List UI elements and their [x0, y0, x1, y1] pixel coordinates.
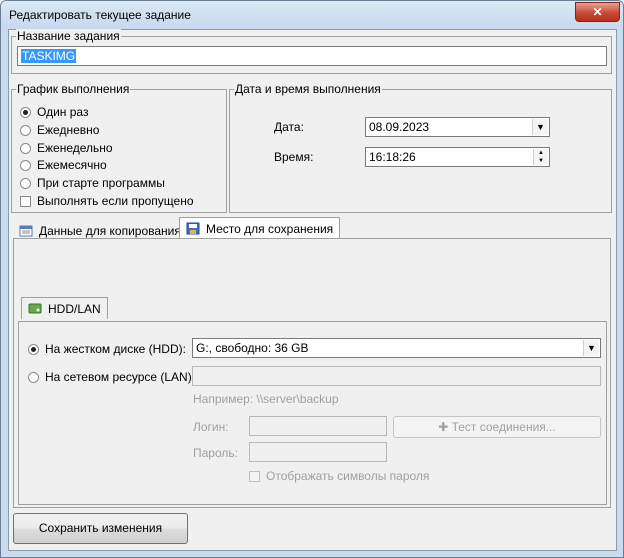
schedule-once-radio[interactable]: Один раз — [20, 104, 88, 120]
datetime-legend: Дата и время выполнения — [234, 82, 382, 96]
tab-save-location[interactable]: Место для сохранения — [179, 217, 341, 240]
task-name-legend: Название задания — [16, 29, 121, 43]
task-name-value: TASKIMG — [21, 49, 77, 63]
radio-dot — [20, 143, 31, 154]
save-changes-button[interactable]: Сохранить изменения — [13, 513, 188, 544]
window-title: Редактировать текущее задание — [9, 8, 191, 22]
schedule-legend: График выполнения — [16, 82, 131, 96]
hdd-drive-select[interactable]: G:, свободно: 36 GB ▼ — [192, 338, 601, 358]
tab-hdd-lan[interactable]: HDD/LAN — [21, 297, 108, 319]
chevron-down-icon[interactable]: ▼ — [532, 119, 548, 135]
title-bar[interactable]: Редактировать текущее задание ✕ — [1, 1, 623, 29]
lan-path-input[interactable] — [192, 366, 601, 386]
run-if-missed-checkbox[interactable]: Выполнять если пропущено — [20, 193, 194, 209]
plus-icon: ✚ — [438, 420, 452, 434]
tab-strip: Данные для копирования Место для сохране… — [9, 216, 616, 240]
time-value: 16:18:26 — [369, 150, 416, 164]
close-button[interactable]: ✕ — [575, 2, 620, 22]
test-connection-button[interactable]: ✚ Тест соединения... — [393, 416, 601, 438]
date-picker[interactable]: 08.09.2023 ▼ — [365, 117, 550, 137]
schedule-monthly-radio[interactable]: Ежемесячно — [20, 157, 107, 173]
spin-up-icon[interactable]: ▲ — [534, 149, 548, 157]
schedule-weekly-radio[interactable]: Еженедельно — [20, 140, 113, 156]
hdd-lan-icon — [28, 300, 42, 314]
save-location-icon — [186, 220, 200, 235]
date-value: 08.09.2023 — [369, 120, 430, 134]
time-input[interactable]: 16:18:26 ▲ ▼ — [365, 147, 550, 167]
copy-data-icon — [19, 222, 33, 237]
checkbox-box — [249, 471, 260, 482]
radio-dot — [20, 107, 31, 118]
password-input[interactable] — [249, 442, 387, 462]
schedule-group: График выполнения Один раз Ежедневно Еже… — [11, 82, 227, 213]
datetime-group: Дата и время выполнения Дата: 08.09.2023… — [229, 82, 612, 213]
save-location-panel: HDD/LAN На жестком диске (HDD): G:, своб… — [13, 238, 611, 508]
login-label: Логин: — [193, 420, 229, 434]
schedule-startup-radio[interactable]: При старте программы — [20, 175, 165, 191]
show-password-checkbox[interactable]: Отображать символы пароля — [249, 468, 429, 484]
radio-dot — [28, 344, 39, 355]
dest-lan-radio[interactable]: На сетевом ресурсе (LAN): — [28, 369, 195, 385]
radio-dot — [20, 125, 31, 136]
hdd-drive-value: G:, свободно: 36 GB — [196, 341, 309, 355]
time-label: Время: — [274, 150, 314, 164]
schedule-daily-radio[interactable]: Ежедневно — [20, 122, 99, 138]
spin-down-icon[interactable]: ▼ — [534, 157, 548, 165]
radio-dot — [28, 372, 39, 383]
chevron-down-icon[interactable]: ▼ — [583, 340, 599, 356]
lan-example-hint: Например: \\server\backup — [193, 392, 339, 406]
radio-dot — [20, 178, 31, 189]
login-input[interactable] — [249, 416, 387, 436]
password-label: Пароль: — [193, 446, 238, 460]
task-name-input[interactable]: TASKIMG — [17, 46, 607, 66]
hdd-lan-panel: На жестком диске (HDD): G:, свободно: 36… — [18, 321, 607, 505]
dialog-client: Название задания TASKIMG График выполнен… — [8, 29, 617, 551]
radio-dot — [20, 160, 31, 171]
task-name-group: Название задания TASKIMG — [11, 29, 612, 74]
close-icon: ✕ — [592, 5, 603, 19]
date-label: Дата: — [274, 120, 304, 134]
checkbox-box — [20, 196, 31, 207]
dest-hdd-radio[interactable]: На жестком диске (HDD): — [28, 341, 186, 357]
dialog-window: Редактировать текущее задание ✕ Название… — [0, 0, 624, 558]
time-spinner[interactable]: ▲ ▼ — [533, 149, 548, 165]
